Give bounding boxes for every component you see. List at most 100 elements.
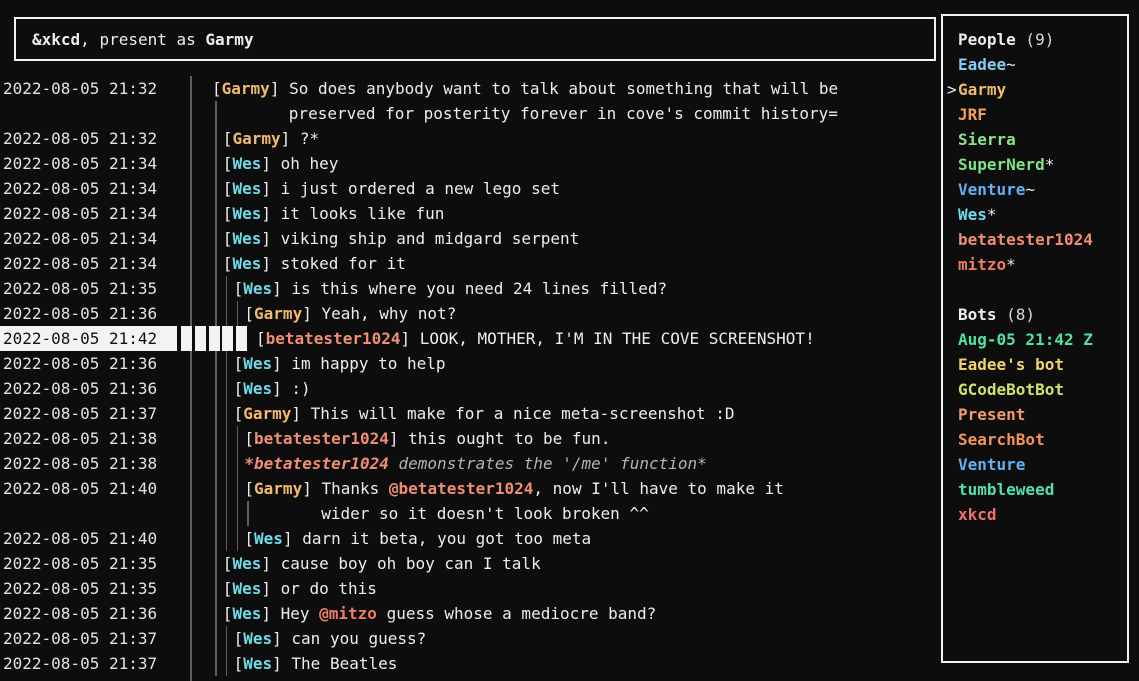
thread-guide [212,351,223,376]
bot-item[interactable]: Eadee's bot [943,352,1127,377]
member-item[interactable]: mitzo* [943,252,1127,277]
bot-item[interactable]: GCodeBotBot [943,377,1127,402]
bracket-open: [ [234,401,244,426]
chat-message[interactable]: 2022-08-05 21:34[Wes] i just ordered a n… [0,176,941,201]
chat-message[interactable]: 2022-08-05 21:34[Wes] oh hey [0,151,941,176]
member-item[interactable]: SuperNerd* [943,152,1127,177]
bracket-open: [ [244,426,254,451]
chat-message[interactable]: 2022-08-05 21:34[Wes] it looks like fun [0,201,941,226]
timestamp: 2022-08-05 21:37 [0,651,177,676]
presence-suffix: * [987,202,997,227]
chat-message[interactable]: 2022-08-05 21:32[Garmy] ?* [0,126,941,151]
thread-guide [234,476,245,501]
member-item-name: Garmy [958,77,1006,102]
highlight-block [181,326,192,351]
message-body: [betatester1024] LOOK, MOTHER, I'M IN TH… [177,326,815,351]
message-text: cause boy oh boy can I talk [281,551,541,576]
timestamp: 2022-08-05 21:37 [0,401,177,426]
bracket-open: [ [234,626,244,651]
member-item[interactable]: Wes* [943,202,1127,227]
chat-message[interactable]: 2022-08-05 21:38*betatester1024 demonstr… [0,451,941,476]
timestamp: 2022-08-05 21:35 [0,276,177,301]
chat-log[interactable]: 2022-08-05 21:32[Garmy] So does anybody … [0,76,941,681]
chat-message[interactable]: 2022-08-05 21:40[Garmy] Thanks @betatest… [0,476,941,501]
member-item[interactable]: JRF [943,102,1127,127]
member-item[interactable]: Sierra [943,127,1127,152]
thread-guide [212,501,223,526]
member-item[interactable]: Venture~ [943,177,1127,202]
bot-item[interactable]: SearchBot [943,427,1127,452]
bracket-close: ] [261,226,280,251]
chat-message[interactable]: 2022-08-05 21:37[Wes] can you guess? [0,626,941,651]
nick: Wes [232,201,261,226]
nick: Wes [243,626,272,651]
bracket-close: ] [261,151,280,176]
thread-guide [212,226,223,251]
thread-guide [212,551,223,576]
selection-marker [943,327,958,352]
thread-guide [212,601,223,626]
chat-message[interactable]: 2022-08-05 21:34[Wes] stoked for it [0,251,941,276]
message-text: wider so it doesn't look broken ^^ [321,501,649,526]
bracket-close: ] [389,426,408,451]
timestamp: 2022-08-05 21:40 [0,526,177,551]
chat-message[interactable]: 2022-08-05 21:37[Wes] The Beatles [0,651,941,676]
bot-item[interactable]: Venture [943,452,1127,477]
thread-guide [212,651,223,676]
thread-guide [223,301,234,326]
cove-chat-app: &xkcd, present as Garmy 2022-08-05 21:32… [0,0,1139,681]
thread-guide [212,576,223,601]
nick: Wes [232,551,261,576]
timestamp: 2022-08-05 21:35 [0,551,177,576]
message-text: is this where you need 24 lines filled? [291,276,667,301]
chat-message[interactable]: 2022-08-05 21:42[betatester1024] LOOK, M… [0,326,941,351]
bracket-close: ] [261,176,280,201]
member-item[interactable]: betatester1024 [943,227,1127,252]
nick: Wes [232,226,261,251]
message-body: [Wes] or do this [177,576,377,601]
member-item-name: betatester1024 [958,227,1093,252]
chat-message[interactable]: 2022-08-05 21:32[Garmy] So does anybody … [0,76,941,101]
chat-message[interactable]: 2022-08-05 21:36[Garmy] Yeah, why not? [0,301,941,326]
bot-item[interactable]: xkcd [943,502,1127,527]
thread-guide [212,101,223,126]
chat-message[interactable]: 2022-08-05 21:37[Garmy] This will make f… [0,401,941,426]
chat-message[interactable]: 2022-08-05 21:40[Wes] darn it beta, you … [0,526,941,551]
message-body: [Garmy] This will make for a nice meta-s… [177,401,735,426]
bracket-open: [ [244,301,254,326]
bracket-close: ] [272,651,291,676]
timestamp: 2022-08-05 21:34 [0,151,177,176]
selection-marker [943,152,958,177]
member-item-name: JRF [958,102,987,127]
chat-message[interactable]: 2022-08-05 21:34[Wes] viking ship and mi… [0,226,941,251]
chat-message[interactable]: 2022-08-05 21:36[Wes] :) [0,376,941,401]
chat-message[interactable]: 2022-08-05 21:35[Wes] cause boy oh boy c… [0,551,941,576]
message-body: [Garmy] So does anybody want to talk abo… [177,76,838,101]
thread-guide [212,176,223,201]
bot-item[interactable]: Aug-05 21:42 Z [943,327,1127,352]
highlight-block [222,326,233,351]
message-body: [Wes] viking ship and midgard serpent [177,226,579,251]
timestamp: 2022-08-05 21:37 [0,626,177,651]
chat-message[interactable]: 2022-08-05 21:36[Wes] Hey @mitzo guess w… [0,601,941,626]
bot-item[interactable]: Present [943,402,1127,427]
chat-message[interactable]: 2022-08-05 21:38[betatester1024] this ou… [0,426,941,451]
chat-message[interactable]: 2022-08-05 21:36[Wes] im happy to help [0,351,941,376]
bot-item-name: Present [958,402,1025,427]
nick: Garmy [243,401,291,426]
message-text: Yeah, why not? [321,301,456,326]
message-body: [Wes] can you guess? [177,626,426,651]
chat-message[interactable]: 2022-08-05 21:35[Wes] or do this [0,576,941,601]
message-body: wider so it doesn't look broken ^^ [177,501,649,526]
member-item[interactable]: >Garmy [943,77,1127,102]
nick: Wes [243,276,272,301]
presence-suffix: ~ [1025,177,1035,202]
chat-message[interactable]: 2022-08-05 21:35[Wes] is this where you … [0,276,941,301]
message-text: or do this [281,576,377,601]
message-body: [Garmy] ?* [177,126,319,151]
presence-suffix: * [1006,252,1016,277]
bot-item[interactable]: tumbleweed [943,477,1127,502]
timestamp: 2022-08-05 21:35 [0,576,177,601]
member-item[interactable]: Eadee~ [943,52,1127,77]
nick: Wes [232,151,261,176]
